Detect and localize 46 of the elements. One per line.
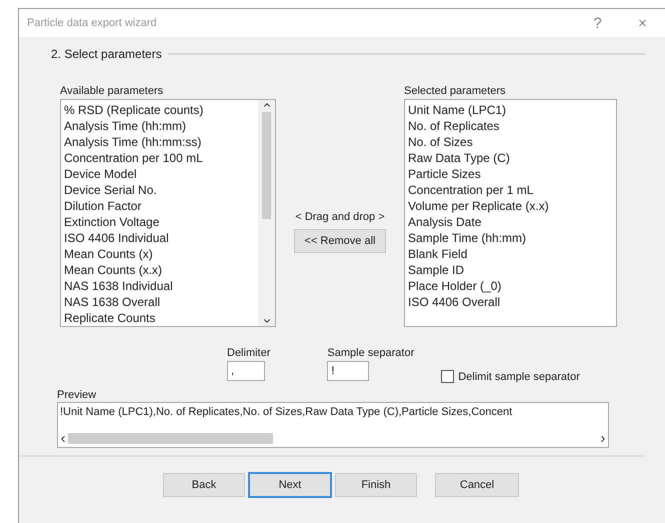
list-label: Available parameters: [60, 85, 164, 97]
list-item[interactable]: Concentration per 1 mL: [408, 182, 613, 198]
remove-all-button[interactable]: << Remove all: [294, 229, 386, 253]
list-item[interactable]: Concentration per 100 mL: [64, 150, 255, 166]
field-label: Sample separator: [327, 347, 414, 359]
list-item[interactable]: No. of Sizes: [408, 134, 613, 150]
list-item[interactable]: Blank Field: [408, 246, 613, 262]
step-title: 2. Select parameters: [51, 47, 162, 61]
field-label: Delimiter: [227, 347, 270, 359]
list-item[interactable]: Analysis Date: [408, 214, 613, 230]
preview-text: !Unit Name (LPC1),No. of Replicates,No. of Sizes,Raw Data Type (C),Particle Sizes,Concent: [59, 405, 514, 420]
list-item[interactable]: Volume per Replicate (x.x): [408, 198, 613, 214]
list-item[interactable]: Particle Sizes: [408, 166, 613, 182]
list-item[interactable]: No. of Replicates: [408, 118, 613, 134]
preview-label: Preview: [57, 389, 98, 401]
wizard-button[interactable]: Back: [163, 473, 245, 497]
list-label: Selected parameters: [404, 85, 506, 97]
list-item[interactable]: Sample ID: [408, 262, 613, 278]
window-title: Particle data export wizard: [27, 17, 158, 29]
sample-separator-field[interactable]: !: [327, 361, 370, 381]
list-item[interactable]: Dilution Factor: [64, 198, 255, 214]
list-item[interactable]: Mean Counts (x.x): [64, 262, 255, 278]
drag-drop-hint: < Drag and drop >: [295, 211, 385, 223]
list-item[interactable]: Mean Counts (x): [64, 246, 255, 262]
list-item[interactable]: Raw Data Type (C): [408, 150, 613, 166]
list-item[interactable]: Analysis Time (hh:mm): [64, 118, 255, 134]
close-button[interactable]: ×: [620, 14, 665, 32]
list-item[interactable]: Extinction Voltage: [64, 214, 255, 230]
list-item[interactable]: Analysis Time (hh:mm:ss): [64, 134, 255, 150]
list-item[interactable]: NAS 1638 Overall: [64, 294, 255, 310]
list-item[interactable]: Replicate Counts: [64, 310, 255, 326]
wizard-button[interactable]: Next: [249, 473, 331, 497]
list-item[interactable]: NAS 1638 Individual: [64, 278, 255, 294]
list-item[interactable]: Device Model: [64, 166, 255, 182]
help-button[interactable]: ?: [575, 14, 620, 32]
list-item[interactable]: % RSD (Replicate counts): [64, 102, 255, 118]
wizard-button[interactable]: Cancel: [435, 473, 519, 497]
wizard-button[interactable]: Finish: [335, 473, 417, 497]
list-item[interactable]: Device Serial No.: [64, 182, 255, 198]
list-item[interactable]: Unit Name (LPC1): [408, 102, 613, 118]
delimiter-field[interactable]: ,: [227, 361, 265, 381]
checkbox-label: Delimit sample separator: [458, 370, 580, 382]
list-item[interactable]: Place Holder (_0): [408, 278, 613, 294]
list-item[interactable]: ISO 4406 Overall: [408, 294, 613, 310]
list-item[interactable]: ISO 4406 Individual: [64, 230, 255, 246]
list-item[interactable]: Sample Time (hh:mm): [408, 230, 613, 246]
